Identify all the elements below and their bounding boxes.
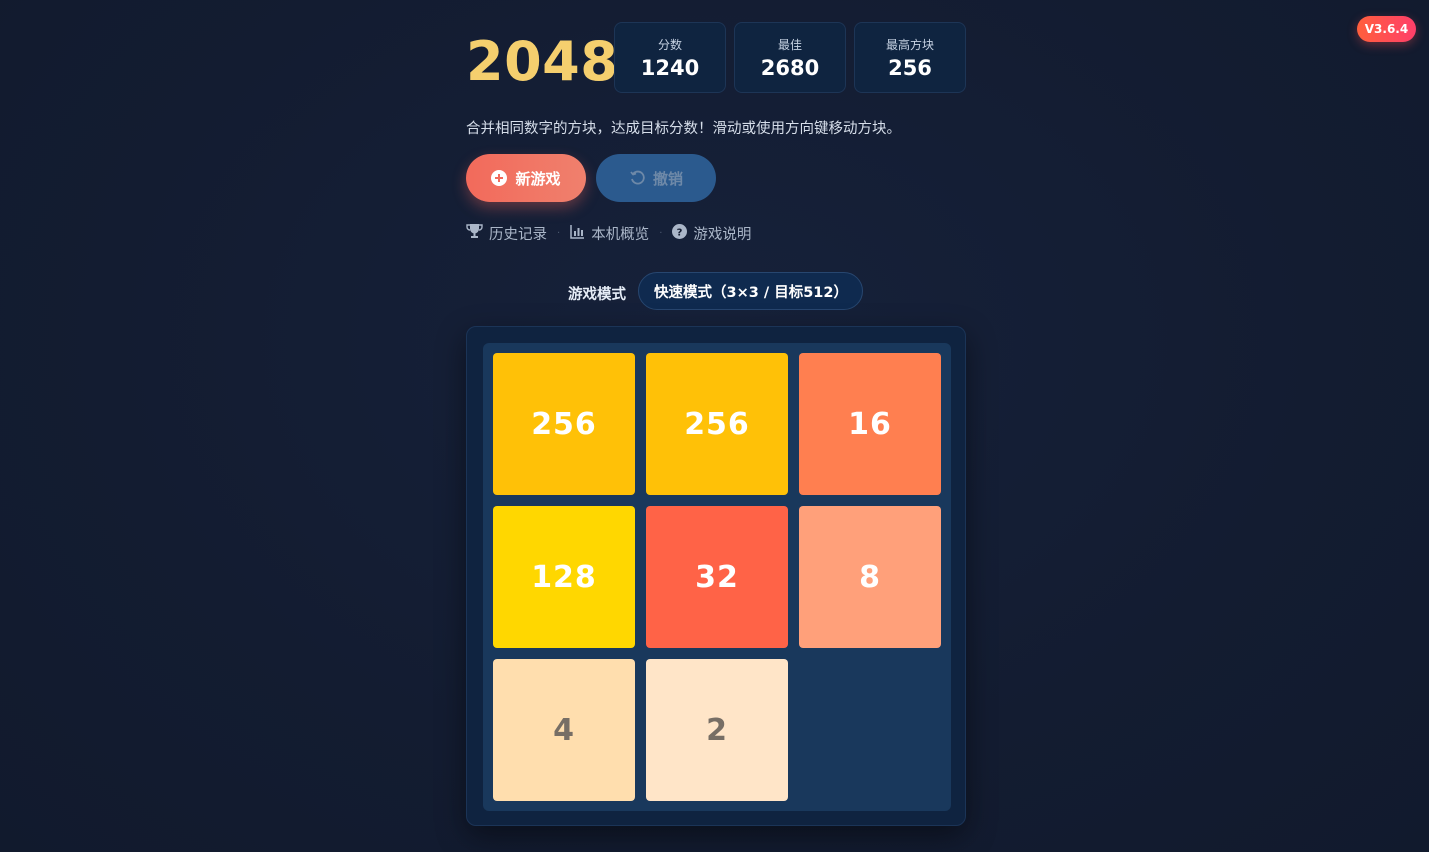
score-box: 分数 1240 (614, 22, 726, 93)
undo-label: 撤销 (652, 169, 683, 188)
link-separator: · (659, 227, 663, 239)
game-board[interactable]: 256 256 16 128 32 8 4 2 (483, 343, 951, 811)
tile: 8 (799, 506, 941, 648)
help-link-label: 游戏说明 (693, 226, 752, 243)
max-tile-box: 最高方块 256 (854, 22, 966, 93)
plus-circle-icon (491, 170, 508, 186)
game-description: 合并相同数字的方块，达成目标分数！滑动或使用方向键移动方块。 (466, 121, 901, 137)
mode-row: 游戏模式 快速模式（3×3 / 目标512） (466, 272, 966, 310)
board-container: 256 256 16 128 32 8 4 2 (466, 326, 966, 826)
best-score-box: 最佳 2680 (734, 22, 846, 93)
tile: 128 (493, 506, 635, 648)
max-tile-label: 最高方块 (885, 38, 934, 52)
max-tile-value: 256 (888, 56, 932, 80)
version-badge: V3.6.4 (1357, 16, 1416, 42)
overview-link[interactable]: 本机概览 (570, 223, 649, 244)
secondary-links: 历史记录 · 本机概览 · ? 游戏说明 (466, 223, 751, 243)
svg-text:?: ? (677, 227, 683, 238)
tile: 32 (646, 506, 788, 648)
history-link[interactable]: 历史记录 (466, 223, 547, 244)
overview-link-label: 本机概览 (591, 226, 650, 243)
score-value: 1240 (640, 56, 700, 80)
history-link-label: 历史记录 (489, 226, 547, 243)
mode-label: 游戏模式 (568, 287, 626, 303)
tile: 256 (646, 353, 788, 495)
trophy-icon (466, 223, 489, 243)
new-game-label: 新游戏 (515, 169, 561, 188)
new-game-button[interactable]: 新游戏 (466, 154, 586, 202)
best-score-value: 2680 (760, 56, 820, 80)
mode-select[interactable]: 快速模式（3×3 / 目标512） (638, 272, 863, 310)
tile: 2 (646, 659, 788, 801)
link-separator: · (557, 227, 561, 239)
game-title: 2048 (466, 30, 619, 93)
tile: 4 (493, 659, 635, 801)
help-link[interactable]: ? 游戏说明 (672, 223, 751, 244)
header: 2048 分数 1240 最佳 2680 最高方块 256 (466, 22, 966, 94)
bar-chart-icon (570, 224, 591, 243)
tile: 256 (493, 353, 635, 495)
undo-button[interactable]: 撤销 (596, 154, 716, 202)
tile: 16 (799, 353, 941, 495)
undo-icon (629, 170, 645, 186)
help-icon: ? (672, 223, 693, 243)
score-label: 分数 (657, 38, 682, 52)
best-score-label: 最佳 (777, 38, 802, 52)
